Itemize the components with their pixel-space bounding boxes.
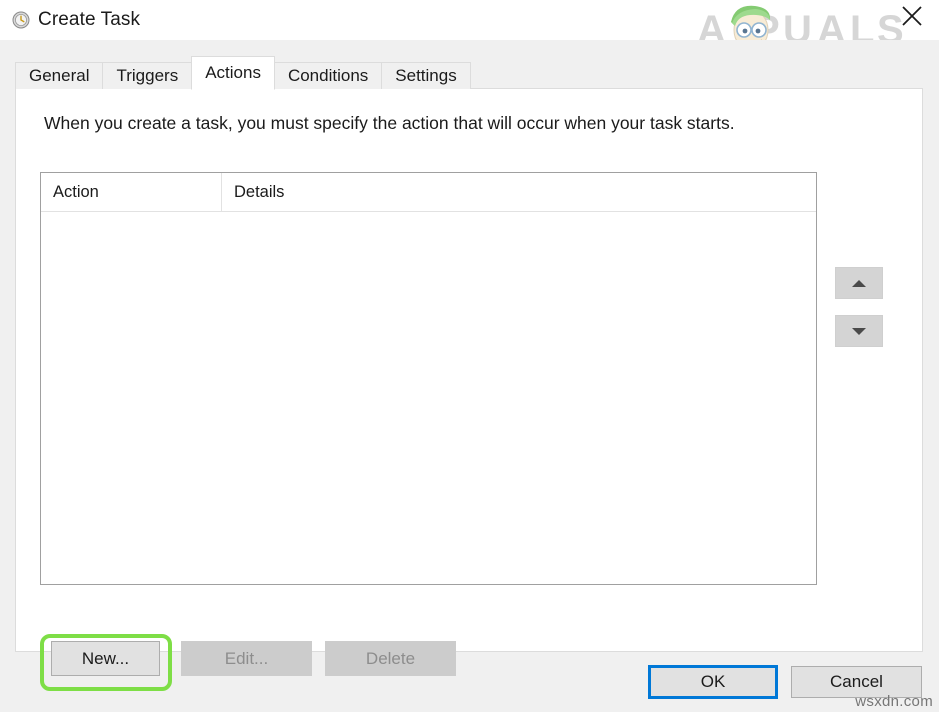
chevron-up-icon [852,279,866,287]
close-icon[interactable] [899,3,925,29]
ok-button[interactable]: OK [648,665,778,699]
list-header-row: Action Details [41,173,816,212]
new-button[interactable]: New... [51,641,160,676]
chevron-down-icon [852,327,866,335]
title-bar: Create Task A P U A L S [0,0,939,52]
tab-general[interactable]: General [15,62,104,89]
tab-strip: General Triggers Actions Conditions Sett… [15,56,471,90]
create-task-dialog: Create Task A P U A L S General Triggers… [0,0,939,712]
tab-actions[interactable]: Actions [191,56,275,90]
actions-list-view[interactable]: Action Details [40,172,817,585]
dialog-body: General Triggers Actions Conditions Sett… [4,40,935,691]
edit-button: Edit... [181,641,312,676]
window-title: Create Task [38,9,141,30]
tab-settings[interactable]: Settings [381,62,471,89]
move-buttons-group [835,267,883,347]
instruction-text: When you create a task, you must specify… [44,113,735,133]
cancel-button[interactable]: Cancel [791,666,922,698]
move-up-button[interactable] [835,267,883,299]
column-header-action[interactable]: Action [41,173,222,212]
actions-tab-panel: When you create a task, you must specify… [15,88,923,691]
column-header-details[interactable]: Details [222,173,816,212]
tab-triggers[interactable]: Triggers [102,62,193,89]
delete-button: Delete [325,641,456,676]
move-down-button[interactable] [835,315,883,347]
tab-conditions[interactable]: Conditions [273,62,383,89]
clock-icon [12,11,30,29]
list-rows-area[interactable] [41,212,816,584]
